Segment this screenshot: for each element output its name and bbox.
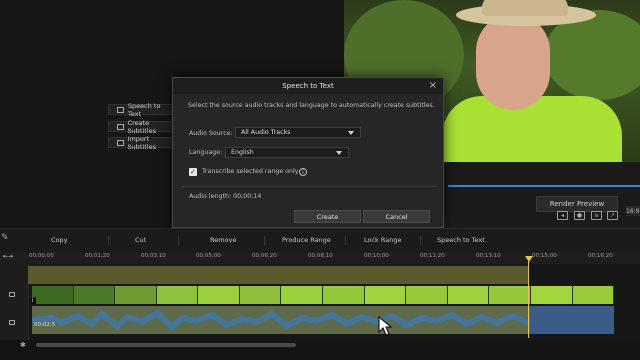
ruler-label: 00;13;10: [476, 253, 501, 259]
audio-clip-label: 00;02;5: [34, 322, 56, 328]
mouse-cursor-icon: [378, 316, 392, 336]
divider: [181, 186, 437, 187]
language-select[interactable]: English: [225, 147, 349, 158]
clip-thumbnail: [323, 286, 365, 304]
audio-clip[interactable]: [32, 306, 614, 334]
lock-icon[interactable]: [9, 320, 15, 325]
render-preview-button[interactable]: Render Preview: [536, 196, 618, 212]
clip-thumbnail: [156, 286, 199, 304]
menu-label: Import Subtitles: [127, 134, 157, 151]
speech-to-text-dialog: Speech to Text × Select the source audio…: [172, 77, 444, 228]
transcribe-range-checkbox[interactable]: ✓: [189, 168, 197, 176]
clip-thumbnail: [115, 286, 157, 304]
subtitle-preview-icon[interactable]: ≡: [591, 211, 602, 220]
ruler-label: 00;08;10: [308, 253, 333, 259]
clip-thumbnail: [530, 286, 573, 304]
lock-icon[interactable]: [9, 292, 15, 297]
clip-thumbnail: [198, 286, 240, 304]
clip-thumbnail: [572, 286, 614, 304]
clip-thumbnail: [73, 286, 116, 304]
ruler-label: 00;16;20: [588, 253, 613, 259]
audio-source-label: Audio Source:: [189, 130, 233, 137]
ruler-label: 00;11;20: [420, 253, 445, 259]
subtitle-icon: [117, 123, 124, 130]
clip-thumbnail: [239, 286, 282, 304]
selected-range[interactable]: [28, 266, 528, 284]
aspect-ratio-readout: 16:9: [626, 206, 640, 216]
ruler-label: 00;06;20: [252, 253, 277, 259]
track-headers: [0, 264, 29, 340]
snapshot-icon[interactable]: ●: [574, 211, 585, 220]
import-icon: [117, 139, 124, 146]
volume-icon[interactable]: ◂: [557, 211, 568, 220]
cancel-button[interactable]: Cancel: [363, 210, 430, 223]
fit-timeline-icon[interactable]: ⇤⇥: [3, 253, 13, 260]
language-value: English: [231, 149, 254, 156]
close-icon[interactable]: ×: [429, 80, 437, 91]
divider: [264, 236, 265, 245]
menu-speech-to-text[interactable]: Speech to Text: [108, 101, 176, 118]
divider: [108, 236, 109, 245]
scrollbar-thumb[interactable]: [36, 343, 296, 347]
ruler-label: 00;03;10: [141, 253, 166, 259]
ruler-label: 00;10;00: [364, 253, 389, 259]
clip-thumbnail: [32, 286, 74, 304]
ruler-label: 00;15;00: [532, 253, 557, 259]
playhead-handle[interactable]: [525, 256, 533, 262]
menu-label: Create Subtitles: [127, 118, 157, 135]
settings-icon[interactable]: ✱: [20, 341, 26, 349]
dialog-description: Select the source audio tracks and langu…: [188, 102, 435, 109]
menu-create-subtitles[interactable]: Create Subtitles: [108, 118, 176, 135]
audio-waveform: [32, 309, 614, 332]
info-icon[interactable]: i: [299, 168, 307, 176]
ruler-label: 00;05;00: [196, 253, 221, 259]
clip-thumbnail: [364, 286, 407, 304]
undock-icon[interactable]: ↗: [607, 211, 618, 220]
clip-info-icon[interactable]: i: [29, 297, 36, 304]
dialog-title: Speech to Text: [173, 78, 443, 94]
audio-source-value: All Audio Tracks: [241, 129, 291, 136]
divider: [420, 236, 421, 245]
transcribe-range-label: Transcribe selected range only: [202, 168, 299, 175]
divider: [178, 236, 179, 245]
language-label: Language:: [189, 149, 223, 156]
speech-to-text-button[interactable]: Speech to Text: [437, 236, 485, 244]
pen-icon[interactable]: ✎: [1, 233, 9, 243]
clip-thumbnail: [406, 286, 448, 304]
video-clip[interactable]: [32, 286, 614, 304]
menu-label: Speech to Text: [127, 101, 161, 118]
clip-thumbnail: [489, 286, 531, 304]
remove-button[interactable]: Remove: [210, 236, 236, 244]
create-button[interactable]: Create: [294, 210, 361, 223]
playhead[interactable]: [528, 256, 529, 338]
chevron-down-icon: [336, 151, 342, 155]
ruler-label: 00;00;00: [29, 253, 54, 259]
copy-button[interactable]: Copy: [51, 236, 68, 244]
audio-source-select[interactable]: All Audio Tracks: [235, 127, 361, 138]
clip-thumbnail: [281, 286, 324, 304]
audio-selection-highlight: [530, 306, 614, 334]
divider: [345, 236, 346, 245]
produce-range-button[interactable]: Produce Range: [282, 236, 331, 244]
clip-thumbnail: [447, 286, 490, 304]
preview-progress-bar[interactable]: [448, 185, 640, 187]
ruler-label: 00;01;20: [85, 253, 110, 259]
speech-icon: [117, 106, 124, 113]
menu-import-subtitles[interactable]: Import Subtitles: [108, 134, 176, 151]
audio-length: Audio length: 00;00;14: [189, 193, 262, 200]
chevron-down-icon: [348, 131, 354, 135]
lock-range-button[interactable]: Lock Range: [364, 236, 402, 244]
cut-button[interactable]: Cut: [135, 236, 146, 244]
